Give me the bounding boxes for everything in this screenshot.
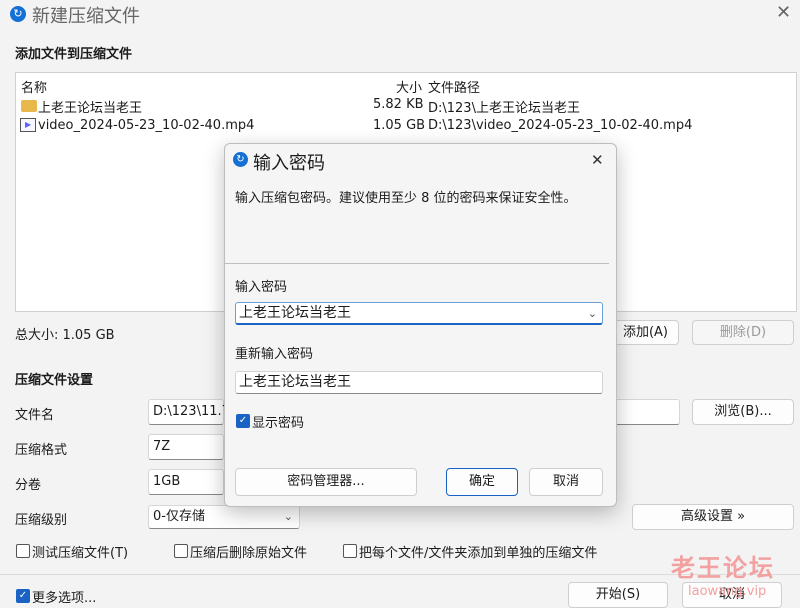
file-path: D:\123\video_2024-05-23_10-02-40.mp4 [428,118,693,133]
dialog-description: 输入压缩包密码。建议使用至少 8 位的密码来保证安全性。 [235,191,577,206]
total-size: 总大小: 1.05 GB [15,328,115,343]
app-icon: ↻ [10,6,26,22]
chevron-down-icon: ⌄ [283,510,293,523]
level-select[interactable]: 0-仅存储 ⌄ [148,505,300,529]
settings-heading: 压缩文件设置 [15,373,94,388]
add-button[interactable]: 添加(A) [612,320,679,345]
level-value: 0-仅存储 [153,509,205,524]
delete-after-checkbox[interactable] [174,544,188,558]
files-section-heading: 添加文件到压缩文件 [15,47,133,62]
password-dialog: ↻ 输入密码 ✕ 输入压缩包密码。建议使用至少 8 位的密码来保证安全性。 输入… [224,143,617,507]
test-archive-checkbox[interactable] [16,544,30,558]
delete-button[interactable]: 删除(D) [692,320,794,345]
dialog-divider [225,263,609,264]
watermark-url: laowang.vip [688,584,767,599]
separate-archives-checkbox[interactable] [343,544,357,558]
folder-icon [21,100,37,112]
delete-after-label: 压缩后删除原始文件 [190,546,308,561]
more-options-checkbox[interactable]: ✓ [16,589,30,603]
browse-button[interactable]: 浏览(B)... [692,399,794,425]
dialog-close-icon[interactable]: ✕ [591,151,604,169]
advanced-settings-button[interactable]: 高级设置 » [632,504,794,530]
file-size: 1.05 GB [373,118,426,133]
file-name: video_2024-05-23_10-02-40.mp4 [38,118,255,133]
video-file-icon [20,118,36,132]
column-header-size[interactable]: 大小 [396,77,422,96]
filename-label: 文件名 [15,408,55,423]
chevron-down-icon[interactable]: ⌄ [588,303,597,324]
separate-archives-label: 把每个文件/文件夹添加到单独的压缩文件 [359,546,598,561]
test-archive-label: 测试压缩文件(T) [32,546,129,561]
show-password-label: 显示密码 [252,416,305,431]
column-header-name[interactable]: 名称 [21,77,47,96]
watermark-logo: 老王论坛 [671,554,775,582]
dialog-title: 输入密码 [253,153,325,174]
dialog-app-icon: ↻ [233,152,248,167]
confirm-password-input[interactable]: 上老王论坛当老王 [235,371,603,394]
password-label: 输入密码 [235,280,288,295]
filename-input[interactable]: D:\123\11.7 [148,399,230,425]
column-header-path[interactable]: 文件路径 [428,77,480,96]
confirm-password-label: 重新输入密码 [235,347,314,362]
password-manager-button[interactable]: 密码管理器... [235,468,417,496]
format-label: 压缩格式 [15,443,68,458]
window-title: 新建压缩文件 [32,6,140,27]
window-close-icon[interactable]: ✕ [776,2,791,23]
password-value: 上老王论坛当老王 [239,305,351,321]
show-password-checkbox[interactable]: ✓ [236,414,250,428]
dialog-cancel-button[interactable]: 取消 [529,468,603,496]
level-label: 压缩级别 [15,513,68,528]
file-size: 5.82 KB [373,97,424,112]
ok-button[interactable]: 确定 [446,468,518,496]
filename-input-tail[interactable] [614,399,680,425]
password-input[interactable]: 上老王论坛当老王 ⌄ [235,302,603,325]
volume-label: 分卷 [15,478,42,493]
more-options-label: 更多选项... [32,591,97,606]
file-name: 上老王论坛当老王 [38,101,143,116]
start-button[interactable]: 开始(S) [568,582,668,608]
file-path: D:\123\上老王论坛当老王 [428,101,580,116]
format-select[interactable]: 7Z [148,434,224,460]
volume-select[interactable]: 1GB [148,469,224,495]
